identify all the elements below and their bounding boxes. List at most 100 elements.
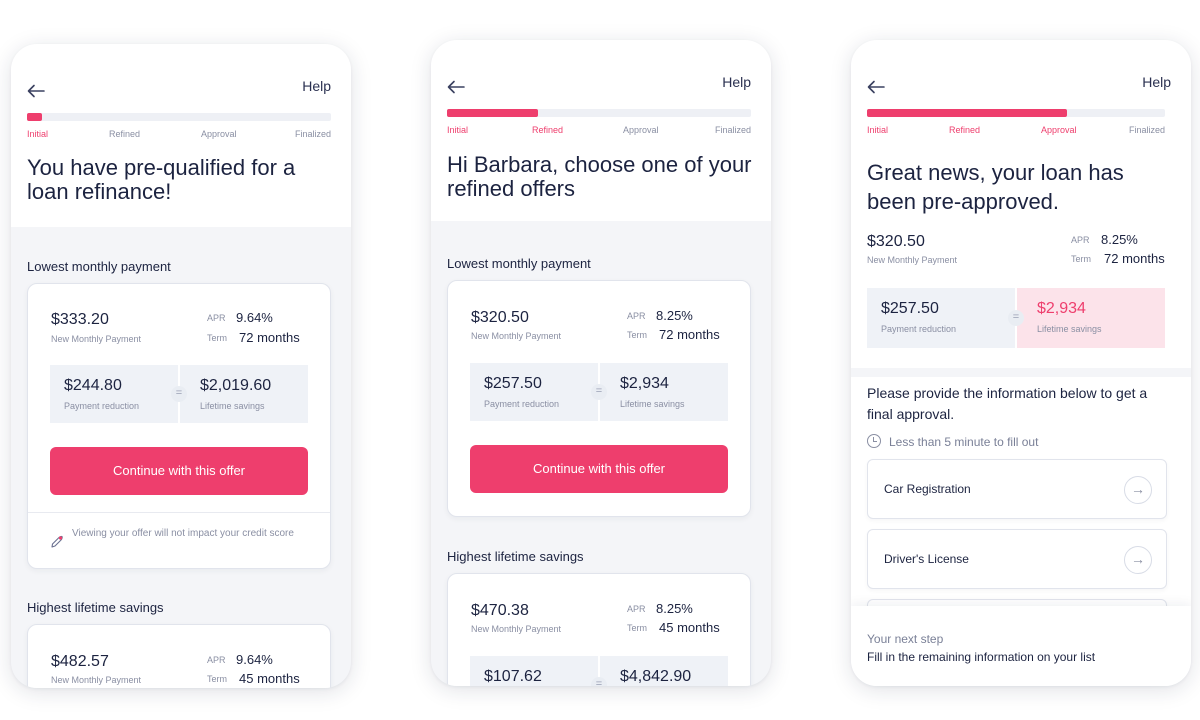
lifetime-savings-box: $2,019.60 Lifetime savings: [178, 365, 308, 423]
time-estimate-text: Less than 5 minute to fill out: [889, 435, 1039, 449]
help-link[interactable]: Help: [722, 74, 751, 90]
page-title: Hi Barbara, choose one of your refined o…: [447, 152, 752, 201]
term-label: Term: [207, 333, 227, 343]
monthly-payment: $320.50: [867, 233, 925, 250]
header-card: Help Initial Refined Approval Finalized …: [11, 44, 351, 227]
offer-card: $470.38 New Monthly Payment APR 8.25% Te…: [447, 573, 751, 686]
payment-reduction-label: Payment reduction: [64, 401, 140, 411]
term-label: Term: [627, 330, 647, 340]
lifetime-savings-label: Lifetime savings: [200, 401, 265, 411]
continue-offer-button[interactable]: Continue with this offer: [50, 447, 308, 495]
lifetime-savings-value: $2,019.60: [200, 377, 272, 394]
offer-card: $333.20 New Monthly Payment APR 9.64% Te…: [27, 283, 331, 569]
term-label: Term: [1071, 254, 1091, 264]
credit-note-text: Viewing your offer will not impact your …: [72, 528, 294, 539]
payment-reduction-value: $107.62: [484, 668, 542, 685]
lifetime-savings-value: $4,842.90: [620, 668, 692, 685]
savings-summary: $257.50 Payment reduction $2,934 Lifetim…: [470, 363, 728, 421]
progress-fill: [447, 109, 539, 117]
lifetime-savings-label: Lifetime savings: [620, 399, 685, 409]
arrow-right-icon[interactable]: →: [1124, 476, 1152, 504]
apr-label: APR: [207, 655, 226, 665]
payment-reduction-box: $257.50 Payment reduction: [867, 288, 1015, 348]
payment-reduction-value: $257.50: [881, 300, 939, 317]
step-finalized: Finalized: [294, 129, 331, 139]
offer-card: $482.57 New Monthly Payment APR 9.64% Te…: [27, 624, 331, 688]
section-title: Highest lifetime savings: [27, 600, 164, 615]
payment-reduction-value: $244.80: [64, 377, 122, 394]
document-label: Car Registration: [884, 482, 971, 496]
apr-value: 9.64%: [236, 310, 273, 325]
back-arrow-icon[interactable]: [27, 84, 45, 98]
apr-label: APR: [627, 311, 646, 321]
equals-icon: =: [171, 386, 187, 402]
lifetime-savings-label: Lifetime savings: [1037, 324, 1102, 334]
monthly-payment-label: New Monthly Payment: [471, 331, 562, 341]
apr-value: 9.64%: [236, 652, 273, 667]
apr-value: 8.25%: [656, 308, 693, 323]
monthly-payment: $333.20: [51, 311, 109, 328]
section-title: Lowest monthly payment: [447, 256, 591, 271]
apr-label: APR: [207, 313, 226, 323]
credit-note: Viewing your offer will not impact your …: [28, 512, 330, 568]
offer-card: $320.50 New Monthly Payment APR 8.25% Te…: [447, 280, 751, 517]
apr-label: APR: [627, 604, 646, 614]
payment-reduction-label: Payment reduction: [484, 399, 560, 409]
term-label: Term: [207, 674, 227, 684]
monthly-payment-label: New Monthly Payment: [51, 675, 142, 685]
lifetime-savings-value: $2,934: [620, 375, 669, 392]
continue-offer-button[interactable]: Continue with this offer: [470, 445, 728, 493]
next-step-panel: Your next step Fill in the remaining inf…: [851, 606, 1191, 686]
arrow-right-icon[interactable]: →: [1124, 546, 1152, 574]
term-label: Term: [627, 623, 647, 633]
step-initial: Initial: [27, 129, 49, 139]
progress-bar: [27, 113, 331, 121]
step-finalized: Finalized: [1128, 125, 1165, 135]
payment-reduction-box: $244.80 Payment reduction: [50, 365, 178, 423]
document-item-car-registration[interactable]: Car Registration →: [867, 459, 1167, 519]
lifetime-savings-box: $2,934 Lifetime savings: [1015, 288, 1165, 348]
apr-label: APR: [1071, 235, 1090, 245]
equals-icon: =: [1008, 310, 1024, 326]
help-link[interactable]: Help: [1142, 74, 1171, 90]
lifetime-savings-box: $4,842.90: [598, 656, 728, 686]
apr-value: 8.25%: [656, 601, 693, 616]
header-card: Help Initial Refined Approval Finalized …: [431, 40, 771, 221]
document-label: Driver's License: [884, 552, 969, 566]
page-title: You have pre-qualified for a loan refina…: [27, 155, 296, 204]
term-value: 72 months: [659, 327, 720, 342]
next-step-text: Fill in the remaining information on you…: [867, 650, 1096, 664]
term-value: 45 months: [659, 620, 720, 635]
step-initial: Initial: [447, 125, 469, 135]
payment-reduction-label: Payment reduction: [881, 324, 957, 334]
progress-fill: [27, 113, 43, 121]
help-link[interactable]: Help: [302, 78, 331, 94]
term-value: 72 months: [1104, 251, 1165, 266]
document-item-drivers-license[interactable]: Driver's License →: [867, 529, 1167, 589]
header-card: Help Initial Refined Approval Finalized …: [851, 40, 1191, 368]
lifetime-savings-value: $2,934: [1037, 300, 1086, 317]
apr-value: 8.25%: [1101, 232, 1138, 247]
rocket-icon: [51, 535, 63, 548]
step-initial: Initial: [867, 125, 889, 135]
monthly-payment-label: New Monthly Payment: [867, 255, 958, 265]
progress-steps: Initial Refined Approval Finalized: [447, 125, 751, 137]
step-approval: Approval: [623, 125, 659, 135]
step-refined: Refined: [109, 129, 141, 139]
info-heading: Please provide the information below to …: [867, 385, 1148, 422]
page-title: Great news, your loan has been pre-appro…: [867, 160, 1124, 214]
monthly-payment: $320.50: [471, 309, 529, 326]
back-arrow-icon[interactable]: [447, 80, 465, 94]
clock-icon: [867, 434, 881, 448]
section-title: Lowest monthly payment: [27, 259, 171, 274]
monthly-payment: $470.38: [471, 602, 529, 619]
step-refined: Refined: [532, 125, 564, 135]
back-arrow-icon[interactable]: [867, 80, 885, 94]
savings-summary: $244.80 Payment reduction $2,019.60 Life…: [50, 365, 308, 423]
phone-screen-pre-approved: Help Initial Refined Approval Finalized …: [851, 40, 1191, 686]
progress-fill: [867, 109, 1067, 117]
savings-summary: $257.50 Payment reduction $2,934 Lifetim…: [867, 288, 1165, 348]
lifetime-savings-box: $2,934 Lifetime savings: [598, 363, 728, 421]
savings-summary: $107.62 $4,842.90 =: [470, 656, 728, 686]
term-value: 45 months: [239, 671, 300, 686]
